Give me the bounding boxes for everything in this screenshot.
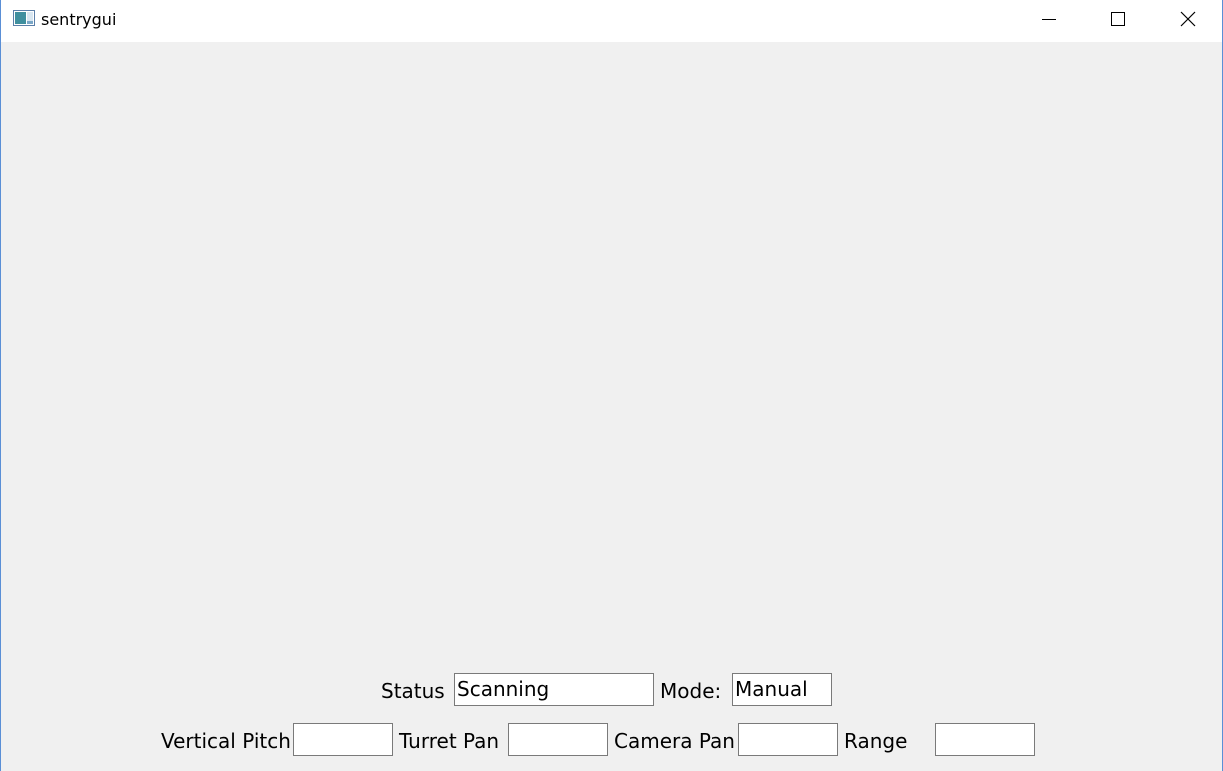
close-button[interactable] xyxy=(1165,0,1211,42)
close-icon xyxy=(1180,11,1196,32)
app-window: sentrygui Status Scanning Mode: Manual V… xyxy=(0,0,1223,771)
turret-pan-field[interactable] xyxy=(508,723,608,756)
maximize-button[interactable] xyxy=(1095,0,1141,42)
vertical-pitch-label: Vertical Pitch xyxy=(161,729,291,753)
mode-label: Mode: xyxy=(660,679,722,703)
status-field[interactable]: Scanning xyxy=(454,673,654,706)
mode-field[interactable]: Manual xyxy=(732,673,832,706)
camera-pan-field[interactable] xyxy=(738,723,838,756)
range-label: Range xyxy=(844,729,908,753)
turret-pan-label: Turret Pan xyxy=(399,729,500,753)
status-label: Status xyxy=(381,679,445,703)
minimize-icon xyxy=(1042,12,1056,31)
camera-pan-label: Camera Pan xyxy=(614,729,735,753)
maximize-icon xyxy=(1111,11,1125,31)
app-window-icon xyxy=(13,10,35,26)
vertical-pitch-field[interactable] xyxy=(293,723,393,756)
window-title: sentrygui xyxy=(41,10,117,29)
title-bar[interactable]: sentrygui xyxy=(1,0,1222,42)
minimize-button[interactable] xyxy=(1026,0,1072,42)
main-panel: Status Scanning Mode: Manual Vertical Pi… xyxy=(1,42,1222,771)
range-field[interactable] xyxy=(935,723,1035,756)
